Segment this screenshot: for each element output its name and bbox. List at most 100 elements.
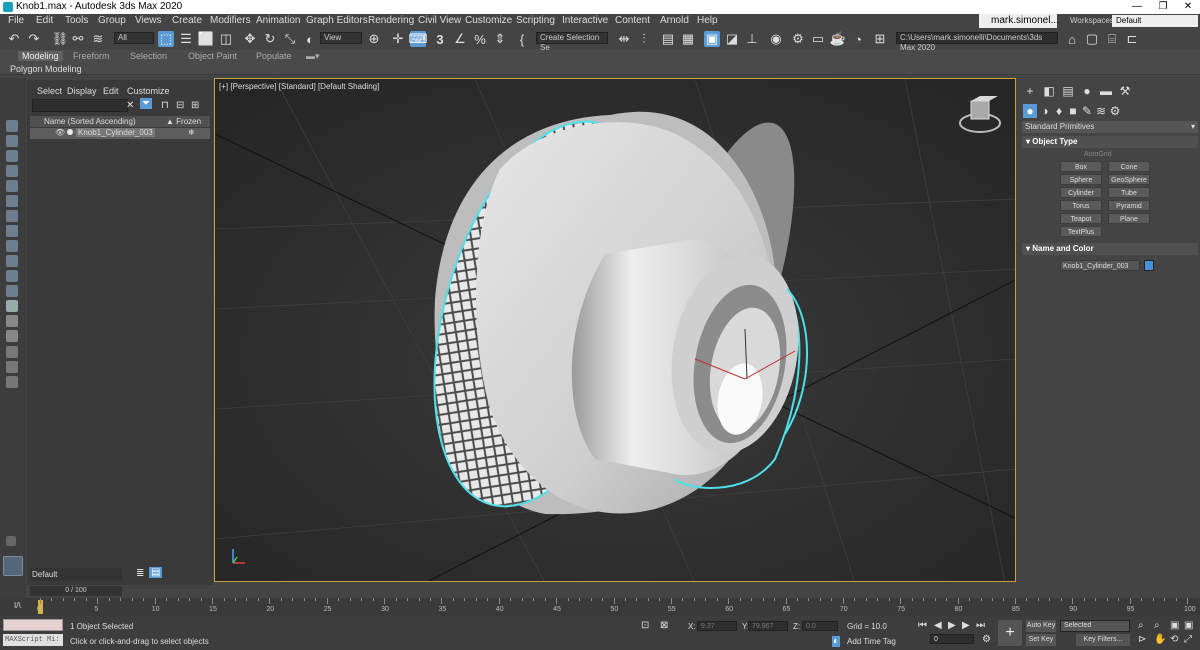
unlink-icon[interactable]: ⚯ [70, 31, 86, 47]
cameras-icon[interactable]: ■ [1066, 104, 1080, 118]
ref-coord-select[interactable]: View [320, 32, 362, 44]
hierarchy-icon[interactable]: ⊟ [176, 100, 184, 111]
browse-folder-icon[interactable]: ⌸ [1104, 31, 1120, 47]
go-to-start-icon[interactable]: ⏮ [918, 620, 927, 631]
scene-row-name[interactable]: Knob1_Cylinder_003 [76, 128, 155, 137]
freeze-icon[interactable]: ❄ [188, 128, 195, 137]
clear-search-icon[interactable]: ✕ [126, 100, 134, 111]
object-color-swatch[interactable] [1144, 260, 1154, 271]
key-selection-set-select[interactable]: Selected [1060, 620, 1130, 632]
rendered-frame-window-icon[interactable]: ▭ [810, 31, 826, 47]
systems-icon[interactable]: ⚙ [1108, 104, 1122, 118]
redo-icon[interactable]: ↷ [26, 31, 42, 47]
project-folder-icon[interactable]: ⌂ [1064, 31, 1080, 47]
next-frame-icon[interactable]: ▶ [962, 620, 970, 631]
menu-content[interactable]: Content [615, 15, 650, 26]
mirror-icon[interactable]: ⇹ [616, 31, 632, 47]
open-folder-icon[interactable]: ▢ [1084, 31, 1100, 47]
go-to-end-icon[interactable]: ⏭ [976, 620, 985, 631]
motion-tab-icon[interactable]: ● [1080, 84, 1094, 98]
ribbon-options-icon[interactable]: ▬▾ [306, 51, 320, 62]
display-all-icon[interactable] [6, 300, 18, 312]
select-manipulate-icon[interactable]: ✛ [390, 31, 406, 47]
project-settings-icon[interactable]: ⊏ [1124, 31, 1140, 47]
display-tab-icon[interactable]: ▬ [1099, 84, 1113, 98]
pivot-center-icon[interactable]: ⊕ [366, 31, 382, 47]
spinner-snap-icon[interactable]: ⇕ [492, 31, 508, 47]
layer-explorer-icon[interactable]: ⊞ [191, 100, 199, 111]
undo-icon[interactable]: ↶ [6, 31, 22, 47]
render-production-icon[interactable]: ☕ [830, 31, 846, 47]
display-lights-icon[interactable] [6, 150, 18, 162]
z-coordinate-field[interactable]: 0.0 [802, 621, 838, 631]
create-teapot-button[interactable]: Teapot [1060, 213, 1102, 224]
shapes-icon[interactable]: ◑ [1038, 104, 1052, 118]
link-icon[interactable]: ⛓ [52, 31, 69, 47]
menu-file[interactable]: File [8, 15, 24, 26]
user-account-button[interactable]: mark.simonel... [979, 14, 1059, 28]
layer-manager-icon[interactable]: ▤ [149, 567, 163, 578]
render-region-icon[interactable]: ⊞ [872, 31, 888, 47]
ribbon-tab-populate[interactable]: Populate [256, 51, 292, 61]
menu-tools[interactable]: Tools [65, 15, 88, 26]
zoom-icon[interactable]: ⌕ [1138, 620, 1144, 631]
selection-set-select[interactable]: Create Selection Se [536, 32, 608, 52]
curve-editor-icon[interactable]: ◪ [724, 31, 740, 47]
render-iterative-icon[interactable]: ◔ [850, 31, 866, 47]
place-icon[interactable]: ◐ [302, 31, 318, 47]
schematic-view-icon[interactable]: ⊥ [744, 31, 760, 47]
create-pyramid-button[interactable]: Pyramid [1108, 200, 1150, 211]
frame-counter[interactable]: 0 / 100 [30, 586, 122, 596]
menu-create[interactable]: Create [172, 15, 202, 26]
field-of-view-icon[interactable]: ⊳ [1138, 634, 1146, 645]
utilities-tab-icon[interactable]: ⚒ [1118, 84, 1132, 98]
display-spacewarps-icon[interactable] [6, 195, 18, 207]
autogrid-checkbox[interactable]: AutoGrid [1084, 151, 1112, 158]
create-cylinder-button[interactable]: Cylinder [1060, 187, 1102, 198]
display-bones-icon[interactable] [6, 240, 18, 252]
angle-snap-icon[interactable]: ∠ [452, 31, 468, 47]
ribbon-tab-selection[interactable]: Selection [130, 51, 167, 61]
scene-explorer-toggle-icon[interactable]: ▤ [660, 31, 676, 47]
ribbon-toggle-icon[interactable]: ▣ [704, 31, 720, 47]
pan-icon[interactable]: ✋ [1154, 634, 1166, 645]
create-cone-button[interactable]: Cone [1108, 161, 1150, 172]
keyboard-shortcut-override-icon[interactable]: ⌨ [409, 31, 427, 47]
column-name-header[interactable]: Name (Sorted Ascending) [44, 117, 136, 126]
scale-icon[interactable]: ⤡ [282, 31, 298, 47]
scene-row[interactable]: 👁 Knob1_Cylinder_003 ❄ [30, 128, 210, 139]
select-object-icon[interactable]: ⬚ [158, 31, 174, 47]
display-geometry-icon[interactable] [6, 120, 18, 132]
set-key-button[interactable]: Set Key [1026, 634, 1056, 646]
object-name-input[interactable]: Knob1_Cylinder_003 [1060, 260, 1140, 271]
create-box-button[interactable]: Box [1060, 161, 1102, 172]
y-coordinate-field[interactable]: 79.967 [748, 621, 788, 631]
workspaces-select[interactable]: Default [1112, 15, 1198, 27]
menu-graph-editors[interactable]: Graph Editors [306, 15, 368, 26]
hierarchy-tab-icon[interactable]: ▤ [1061, 84, 1075, 98]
layer-explorer-icon[interactable]: ▦ [680, 31, 696, 47]
spacewarps-icon[interactable]: ≋ [1094, 104, 1108, 118]
maxscript-listener[interactable]: MAXScript Mi: [3, 634, 63, 646]
minimize-button[interactable]: — [1124, 0, 1150, 14]
play-icon[interactable]: ▶ [948, 620, 956, 631]
timeline[interactable]: I/\ 0 5 10 15 20 25 30 35 40 45 50 55 60 65 70 75 80 85 90… [0, 598, 1200, 616]
ribbon-tab-modeling[interactable]: Modeling [18, 51, 63, 61]
isolate-selection-icon[interactable]: ⊠ [660, 620, 668, 631]
key-filters-button[interactable]: Key Filters... [1076, 634, 1130, 646]
filter-icon[interactable]: ⏷ [140, 98, 152, 109]
display-hidden-icon[interactable] [6, 285, 18, 297]
create-torus-button[interactable]: Torus [1060, 200, 1102, 211]
time-configuration-icon[interactable]: ⚙ [982, 634, 991, 645]
menu-views[interactable]: Views [135, 15, 162, 26]
create-sphere-button[interactable]: Sphere [1060, 174, 1102, 185]
display-containers-icon[interactable] [6, 255, 18, 267]
menu-interactive[interactable]: Interactive [562, 15, 608, 26]
layer-icon[interactable] [6, 376, 18, 388]
menu-help[interactable]: Help [697, 15, 718, 26]
lights-icon[interactable]: ♦ [1052, 104, 1066, 118]
create-textplus-button[interactable]: TextPlus [1060, 226, 1102, 237]
set-key-icon[interactable]: + [998, 620, 1022, 646]
zoom-extents-icon[interactable]: ▣ [1170, 620, 1179, 631]
edit-named-selection-icon[interactable]: { [514, 31, 530, 47]
